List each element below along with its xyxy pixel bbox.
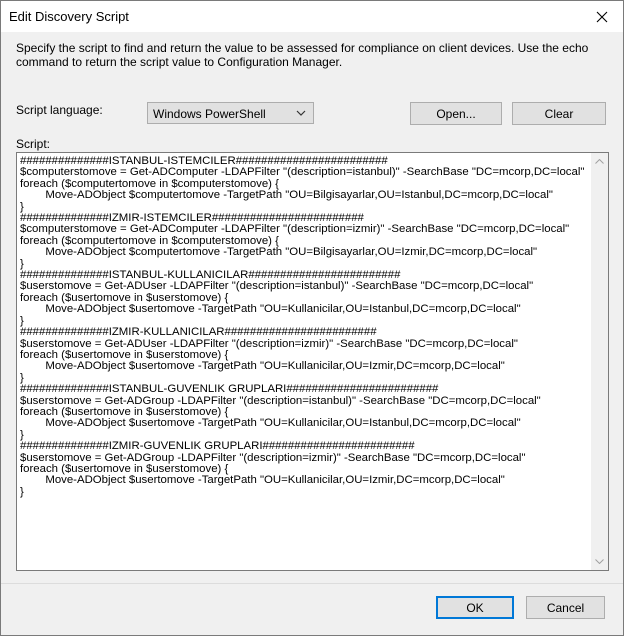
scroll-up-arrow-icon — [595, 159, 604, 164]
script-line: $userstomove = Get-ADGroup -LDAPFilter "… — [20, 394, 541, 407]
script-language-select[interactable]: Windows PowerShell — [147, 102, 314, 124]
script-line: Move-ADObject $computertomove -TargetPat… — [20, 246, 538, 259]
script-line: foreach ($usertomove in $userstomove) { — [20, 462, 229, 475]
script-line: } — [20, 257, 24, 270]
script-line: ##############ISTANBUL-KULLANICILAR#####… — [20, 269, 401, 282]
script-line: } — [20, 314, 24, 327]
script-editor[interactable]: ##############ISTANBUL-ISTEMCILER#######… — [16, 152, 609, 571]
script-line: Move-ADObject $computertomove -TargetPat… — [20, 189, 553, 202]
script-line: foreach ($usertomove in $userstomove) { — [20, 405, 229, 418]
script-line: Move-ADObject $usertomove -TargetPath "O… — [20, 303, 521, 316]
script-line: $computerstomove = Get-ADComputer -LDAPF… — [20, 223, 570, 236]
scroll-down-arrow-icon — [595, 559, 604, 564]
script-line: ##############IZMIR-KULLANICILAR########… — [20, 326, 377, 339]
title-bar: Edit Discovery Script — [1, 1, 623, 32]
vertical-scrollbar[interactable] — [591, 153, 608, 570]
script-line: ##############ISTANBUL-GUVENLIK GRUPLARI… — [20, 383, 439, 396]
script-line: $userstomove = Get-ADUser -LDAPFilter "(… — [20, 337, 518, 350]
ok-button[interactable]: OK — [436, 596, 514, 619]
script-line: Move-ADObject $usertomove -TargetPath "O… — [20, 474, 505, 487]
edit-discovery-script-dialog: Edit Discovery Script Specify the script… — [0, 0, 624, 636]
button-separator — [1, 583, 623, 584]
script-label: Script: — [16, 137, 51, 151]
dialog-title: Edit Discovery Script — [9, 9, 129, 24]
open-button[interactable]: Open... — [410, 102, 502, 125]
script-line: ##############IZMIR-ISTEMCILER##########… — [20, 212, 364, 225]
script-line: } — [20, 371, 24, 384]
script-line: foreach ($usertomove in $userstomove) { — [20, 348, 229, 361]
chevron-down-icon — [296, 110, 306, 116]
script-line: $userstomove = Get-ADUser -LDAPFilter "(… — [20, 280, 534, 293]
script-line: } — [20, 200, 24, 213]
scroll-down-button[interactable] — [591, 553, 608, 570]
script-language-label: Script language: — [16, 103, 103, 117]
script-line: $userstomove = Get-ADGroup -LDAPFilter "… — [20, 451, 526, 464]
close-icon — [596, 11, 608, 22]
script-line: foreach ($computertomove in $computersto… — [20, 234, 279, 247]
script-line: Move-ADObject $usertomove -TargetPath "O… — [20, 417, 521, 430]
script-line: foreach ($usertomove in $userstomove) { — [20, 291, 229, 304]
script-line: foreach ($computertomove in $computersto… — [20, 177, 279, 190]
script-line: ##############ISTANBUL-ISTEMCILER#######… — [20, 155, 388, 167]
script-text[interactable]: ##############ISTANBUL-ISTEMCILER#######… — [20, 155, 588, 498]
script-line: } — [20, 485, 24, 498]
script-language-value: Windows PowerShell — [153, 107, 266, 121]
script-line: Move-ADObject $usertomove -TargetPath "O… — [20, 360, 505, 373]
close-button[interactable] — [581, 1, 623, 32]
script-line: $computerstomove = Get-ADComputer -LDAPF… — [20, 166, 585, 179]
script-line: ##############IZMIR-GUVENLIK GRUPLARI###… — [20, 440, 415, 453]
script-line: } — [20, 428, 24, 441]
cancel-button[interactable]: Cancel — [526, 596, 605, 619]
clear-button[interactable]: Clear — [512, 102, 606, 125]
dialog-description: Specify the script to find and return th… — [16, 41, 589, 69]
scroll-up-button[interactable] — [591, 153, 608, 170]
